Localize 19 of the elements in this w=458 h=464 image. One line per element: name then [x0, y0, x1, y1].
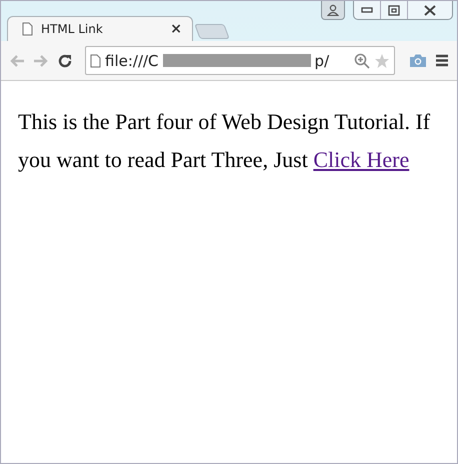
tab-title: HTML Link [41, 22, 104, 36]
address-bar[interactable]: file:///C p/ [85, 46, 395, 75]
minimize-icon [361, 7, 373, 13]
page-icon [90, 54, 101, 68]
maximize-icon [388, 4, 400, 16]
paragraph: This is the Part four of Web Design Tutorial. If you want to read Part Three, Just Click Here [18, 108, 432, 174]
user-button[interactable] [321, 1, 345, 20]
zoom-icon[interactable] [354, 52, 370, 68]
person-icon [327, 4, 339, 16]
page-icon [22, 22, 33, 36]
menu-icon[interactable] [435, 54, 449, 67]
star-icon[interactable] [374, 52, 390, 68]
browser-tab[interactable]: HTML Link × [7, 16, 193, 41]
click-here-link[interactable]: Click Here [313, 147, 410, 172]
address-text: p/ [314, 52, 330, 70]
reload-icon[interactable] [57, 52, 73, 68]
close-icon [424, 4, 436, 16]
tab-close-button[interactable]: × [170, 21, 182, 37]
address-text: file:///C [105, 52, 159, 70]
